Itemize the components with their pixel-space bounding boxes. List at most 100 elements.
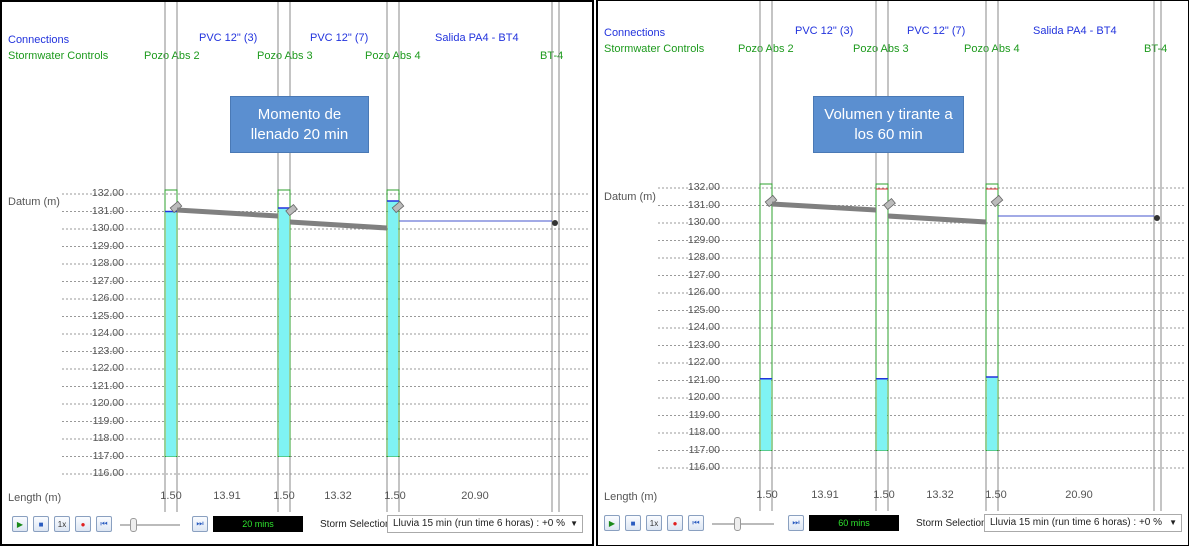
time-slider-thumb[interactable]	[734, 517, 741, 531]
profile-panel-left: Connections Stormwater Controls PVC 12" …	[0, 0, 594, 546]
length-value-2: 13.91	[213, 490, 241, 502]
water-level-fill	[388, 201, 398, 457]
datum-label: Datum (m)	[604, 191, 656, 203]
elevation-tick-label: 122.00	[91, 362, 124, 374]
speed-label: 1x	[57, 519, 67, 529]
skip-end-icon: ⏭	[792, 518, 800, 527]
play-icon: ▶	[608, 518, 616, 528]
elevation-tick-label: 126.00	[687, 286, 720, 298]
annotation-callout: Volumen y tirante a los 60 min	[813, 96, 964, 153]
storm-selection-dropdown[interactable]: Lluvia 15 min (run time 6 horas) : +0 % ▼	[984, 514, 1182, 532]
length-value-3: 1.50	[273, 490, 295, 502]
water-level-fill	[761, 378, 771, 451]
speed-button[interactable]: 1x	[646, 515, 662, 531]
elevation-tick-label: 127.00	[687, 268, 720, 281]
storm-selection-label: Storm Selection:	[320, 519, 394, 530]
stop-button[interactable]: ■	[625, 515, 641, 531]
chevron-down-icon: ▼	[1169, 518, 1177, 527]
length-value-4: 13.32	[926, 489, 954, 501]
elevation-tick-label: 123.00	[687, 338, 720, 351]
chevron-down-icon: ▼	[570, 519, 578, 528]
speed-label: 1x	[649, 518, 659, 528]
length-value-6: 20.90	[461, 490, 489, 502]
record-icon: ●	[80, 519, 86, 529]
storm-selection-value: Lluvia 15 min (run time 6 horas) : +0 %	[393, 518, 566, 529]
play-button[interactable]: ▶	[12, 516, 28, 532]
record-button[interactable]: ●	[667, 515, 683, 531]
elevation-tick-label: 131.00	[91, 204, 124, 217]
skip-end-icon: ⏭	[196, 519, 204, 528]
rewind-button[interactable]: ⏮	[96, 516, 112, 532]
elevation-tick-label: 127.00	[91, 274, 124, 287]
stop-button[interactable]: ■	[33, 516, 49, 532]
elevation-tick-label: 124.00	[91, 327, 124, 339]
elevation-tick-label: 129.00	[91, 239, 124, 252]
rewind-button[interactable]: ⏮	[688, 515, 704, 531]
pump-icon	[883, 197, 896, 211]
time-display: 60 mins	[809, 515, 899, 531]
elevation-tick-label: 132.00	[687, 181, 720, 193]
elevation-tick-label: 128.00	[91, 257, 124, 269]
elevation-tick-label: 120.00	[91, 397, 124, 409]
elevation-tick-label: 117.00	[688, 443, 720, 456]
playback-toolbar: ▶ ■ 1x ● ⏮ ⏭ 60 mins Storm Selection: Ll…	[598, 511, 1188, 537]
time-display: 20 mins	[213, 516, 303, 532]
playback-toolbar: ▶ ■ 1x ● ⏮ ⏭ 20 mins Storm Selection: Ll…	[2, 512, 592, 538]
water-level-fill	[987, 377, 997, 451]
profile-panel-right: Connections Stormwater Controls PVC 12" …	[596, 0, 1189, 546]
time-slider-thumb[interactable]	[130, 518, 137, 532]
elevation-tick-label: 121.00	[687, 373, 720, 386]
annotation-callout: Momento de llenado 20 min	[230, 96, 369, 153]
elevation-tick-label: 117.00	[92, 449, 124, 462]
stop-icon: ■	[38, 519, 44, 529]
callout-text: Momento de llenado 20 min	[250, 105, 349, 143]
elevation-tick-label: 129.00	[687, 233, 720, 246]
time-slider-track[interactable]	[120, 524, 180, 526]
conduit-pipe	[289, 219, 388, 231]
length-value-1: 1.50	[160, 490, 182, 502]
end-button[interactable]: ⏭	[192, 516, 208, 532]
outfall-icon	[552, 220, 558, 226]
stop-icon: ■	[630, 518, 636, 528]
length-value-1: 1.50	[756, 489, 778, 501]
conduit-pipe	[176, 207, 279, 219]
water-level-fill	[279, 208, 289, 457]
record-button[interactable]: ●	[75, 516, 91, 532]
elevation-tick-label: 123.00	[91, 344, 124, 357]
elevation-tick-label: 119.00	[688, 408, 720, 421]
elevation-tick-label: 130.00	[687, 216, 720, 228]
end-button[interactable]: ⏭	[788, 515, 804, 531]
time-slider-track[interactable]	[712, 523, 774, 525]
outfall-icon	[1154, 215, 1160, 221]
elevation-tick-label: 131.00	[687, 198, 720, 211]
elevation-tick-label: 121.00	[91, 379, 124, 392]
pump-icon	[990, 194, 1004, 208]
elevation-tick-label: 118.00	[92, 432, 124, 444]
elevation-tick-label: 122.00	[687, 356, 720, 368]
rewind-icon: ⏮	[100, 519, 108, 528]
elevation-tick-label: 119.00	[92, 414, 124, 427]
length-value-2: 13.91	[811, 489, 839, 501]
play-button[interactable]: ▶	[604, 515, 620, 531]
water-level-fill	[877, 378, 887, 451]
length-value-4: 13.32	[324, 490, 352, 502]
storm-selection-value: Lluvia 15 min (run time 6 horas) : +0 %	[990, 517, 1163, 528]
speed-button[interactable]: 1x	[54, 516, 70, 532]
elevation-tick-label: 124.00	[687, 321, 720, 333]
storm-selection-label: Storm Selection:	[916, 518, 990, 529]
elevation-tick-label: 128.00	[687, 251, 720, 263]
conduit-pipe	[771, 201, 877, 213]
elevation-tick-label: 125.00	[687, 303, 720, 316]
length-value-6: 20.90	[1065, 489, 1093, 501]
storm-selection-dropdown[interactable]: Lluvia 15 min (run time 6 horas) : +0 % ▼	[387, 515, 583, 533]
elevation-tick-label: 126.00	[91, 292, 124, 304]
length-label: Length (m)	[8, 492, 62, 504]
conduit-pipe	[887, 213, 987, 225]
datum-label: Datum (m)	[8, 196, 60, 208]
length-value-5: 1.50	[985, 489, 1007, 501]
rewind-icon: ⏮	[692, 518, 700, 527]
record-icon: ●	[672, 518, 678, 528]
elevation-tick-label: 132.00	[91, 187, 124, 199]
callout-text: Volumen y tirante a los 60 min	[824, 105, 953, 143]
elevation-tick-label: 116.00	[688, 461, 720, 473]
